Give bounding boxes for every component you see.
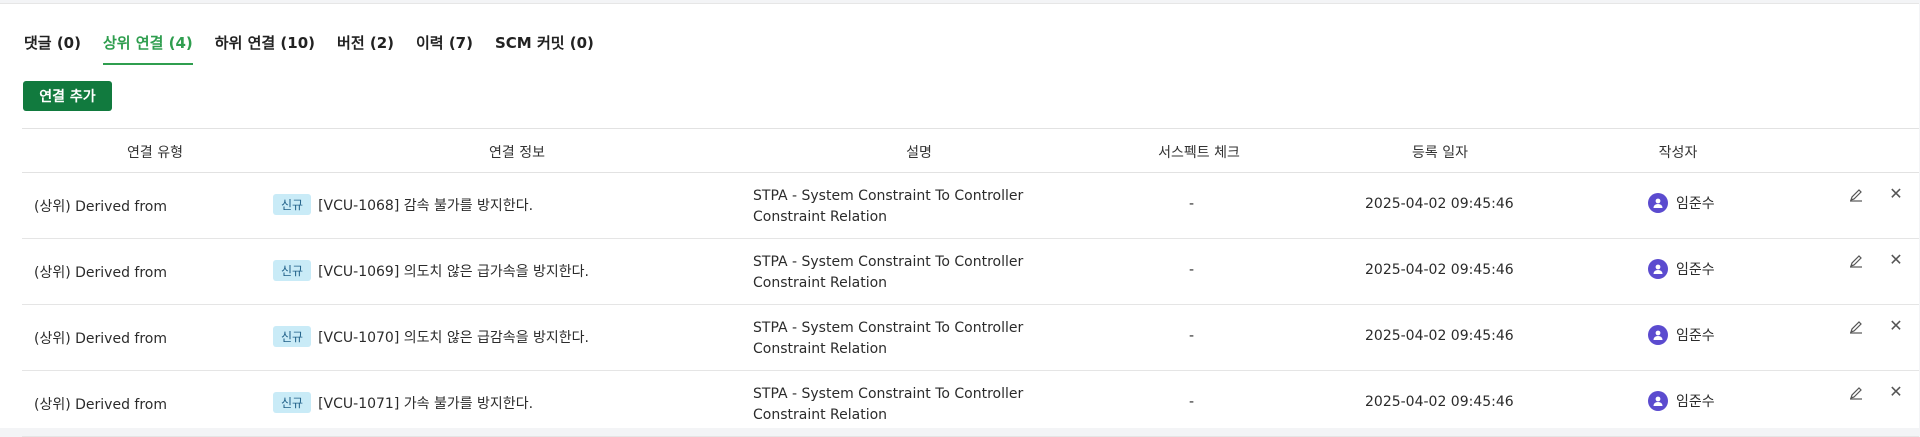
table-row: (상위) Derived from 신규 [VCU-1070] 의도치 않은 급… (22, 305, 1919, 371)
table-row: (상위) Derived from 신규 [VCU-1068] 감속 불가를 방… (22, 173, 1919, 239)
suspect-check: - (1189, 262, 1195, 278)
suspect-check: - (1189, 196, 1195, 212)
tab-history[interactable]: 이력 (7) (416, 28, 473, 65)
link-type: (상위) Derived from (34, 397, 167, 413)
tab-scm-commits[interactable]: SCM 커밋 (0) (495, 28, 594, 65)
table-header: 연결 유형 연결 정보 설명 서스펙트 체크 등록 일자 작성자 (22, 128, 1919, 173)
column-header-suspect-check: 서스펙트 체크 (1158, 145, 1240, 161)
registered-date: 2025-04-02 09:45:46 (1365, 196, 1514, 212)
pencil-icon[interactable] (1848, 187, 1864, 203)
user-icon (1648, 259, 1668, 279)
close-icon[interactable]: ✕ (1888, 186, 1904, 202)
add-link-button[interactable]: 연결 추가 (23, 81, 112, 111)
column-header-registered-date: 등록 일자 (1412, 145, 1468, 161)
link-type: (상위) Derived from (34, 265, 167, 281)
author: 임준수 (1648, 193, 1715, 213)
user-icon (1648, 325, 1668, 345)
link-info: 신규 [VCU-1069] 의도치 않은 급가속을 방지한다. (273, 260, 589, 281)
close-icon[interactable]: ✕ (1888, 384, 1904, 400)
registered-date: 2025-04-02 09:45:46 (1365, 328, 1514, 344)
registered-date: 2025-04-02 09:45:46 (1365, 394, 1514, 410)
link-info: 신규 [VCU-1068] 감속 불가를 방지한다. (273, 194, 533, 215)
status-badge: 신규 (273, 260, 312, 281)
links-table: 연결 유형 연결 정보 설명 서스펙트 체크 등록 일자 작성자 (상위) De… (22, 128, 1919, 437)
author: 임준수 (1648, 259, 1715, 279)
linked-item-link[interactable]: [VCU-1069] 의도치 않은 급가속을 방지한다. (318, 261, 589, 281)
pencil-icon[interactable] (1848, 253, 1864, 269)
link-description: STPA - System Constraint To Controller C… (753, 320, 1024, 357)
link-type: (상위) Derived from (34, 331, 167, 347)
author-name: 임준수 (1676, 196, 1715, 212)
author: 임준수 (1648, 391, 1715, 411)
close-icon[interactable]: ✕ (1888, 318, 1904, 334)
linked-item-link[interactable]: [VCU-1071] 가속 불가를 방지한다. (318, 393, 533, 413)
status-badge: 신규 (273, 194, 312, 215)
link-type: (상위) Derived from (34, 199, 167, 215)
tab-child-links[interactable]: 하위 연결 (10) (215, 28, 315, 65)
close-icon[interactable]: ✕ (1888, 252, 1904, 268)
linked-item-link[interactable]: [VCU-1068] 감속 불가를 방지한다. (318, 195, 533, 215)
pencil-icon[interactable] (1848, 385, 1864, 401)
user-icon (1648, 391, 1668, 411)
link-info: 신규 [VCU-1071] 가속 불가를 방지한다. (273, 392, 533, 413)
linked-item-link[interactable]: [VCU-1070] 의도치 않은 급감속을 방지한다. (318, 327, 589, 347)
link-description: STPA - System Constraint To Controller C… (753, 254, 1024, 291)
link-description: STPA - System Constraint To Controller C… (753, 188, 1024, 225)
tab-bar: 댓글 (0) 상위 연결 (4) 하위 연결 (10) 버전 (2) 이력 (7… (24, 28, 594, 65)
tab-comments[interactable]: 댓글 (0) (24, 28, 81, 65)
status-badge: 신규 (273, 392, 312, 413)
tab-versions[interactable]: 버전 (2) (337, 28, 394, 65)
suspect-check: - (1189, 328, 1195, 344)
author-name: 임준수 (1676, 394, 1715, 410)
column-header-author: 작성자 (1658, 145, 1698, 161)
links-panel: 댓글 (0) 상위 연결 (4) 하위 연결 (10) 버전 (2) 이력 (7… (0, 3, 1919, 437)
link-description: STPA - System Constraint To Controller C… (753, 386, 1024, 423)
tab-parent-links[interactable]: 상위 연결 (4) (102, 28, 193, 65)
table-row: (상위) Derived from 신규 [VCU-1069] 의도치 않은 급… (22, 239, 1919, 305)
author-name: 임준수 (1676, 328, 1715, 344)
column-header-link-type: 연결 유형 (127, 145, 183, 161)
link-info: 신규 [VCU-1070] 의도치 않은 급감속을 방지한다. (273, 326, 589, 347)
pencil-icon[interactable] (1848, 319, 1864, 335)
author: 임준수 (1648, 325, 1715, 345)
column-header-link-info: 연결 정보 (489, 145, 545, 161)
user-icon (1648, 193, 1668, 213)
status-badge: 신규 (273, 326, 312, 347)
column-header-description: 설명 (906, 145, 932, 161)
table-row: (상위) Derived from 신규 [VCU-1071] 가속 불가를 방… (22, 371, 1919, 437)
author-name: 임준수 (1676, 262, 1715, 278)
suspect-check: - (1189, 394, 1195, 410)
registered-date: 2025-04-02 09:45:46 (1365, 262, 1514, 278)
